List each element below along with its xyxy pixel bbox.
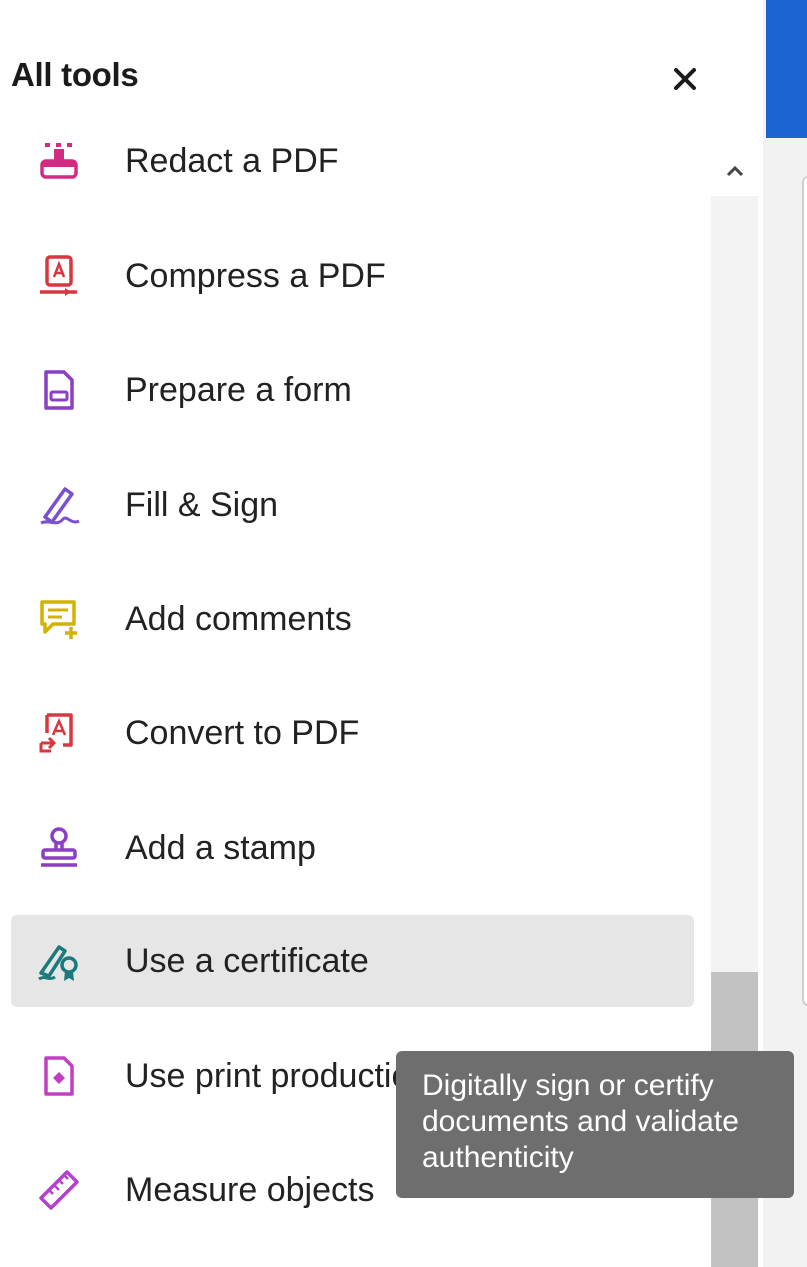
document-frame xyxy=(802,176,807,1006)
tool-add-comments[interactable]: Add comments xyxy=(11,573,694,665)
tool-prepare-a-form[interactable]: Prepare a form xyxy=(11,344,694,436)
comment-icon xyxy=(33,593,85,645)
tooltip-line: authenticity xyxy=(422,1141,574,1174)
certificate-icon xyxy=(33,935,85,987)
panel-title: All tools xyxy=(11,56,139,93)
print-production-icon xyxy=(33,1050,85,1102)
tool-use-a-certificate[interactable]: Use a certificate xyxy=(11,915,694,1007)
tool-add-a-stamp[interactable]: Add a stamp xyxy=(11,802,694,894)
convert-icon xyxy=(33,707,85,759)
tool-label: Use a certificate xyxy=(125,942,369,980)
close-button[interactable] xyxy=(664,60,706,102)
compress-icon xyxy=(33,250,85,302)
tooltip-line: documents and validate xyxy=(422,1105,739,1138)
tool-label: Redact a PDF xyxy=(125,142,339,180)
tool-label: Add a stamp xyxy=(125,829,316,867)
fill-sign-icon xyxy=(33,479,85,531)
tool-label: Use print production xyxy=(125,1057,430,1095)
tool-label: Fill & Sign xyxy=(125,486,279,524)
tool-label: Measure objects xyxy=(125,1171,375,1209)
top-accent-bar xyxy=(766,0,807,138)
redact-icon xyxy=(33,135,85,187)
chevron-up-icon[interactable] xyxy=(726,164,744,182)
tooltip: Digitally sign or certify documents and … xyxy=(396,1051,794,1198)
tooltip-line: Digitally sign or certify xyxy=(422,1069,714,1102)
tool-label: Add comments xyxy=(125,600,352,638)
scroll-up-button[interactable] xyxy=(711,150,758,196)
tool-compress-a-pdf[interactable]: Compress a PDF xyxy=(11,230,694,322)
tool-redact-a-pdf[interactable]: Redact a PDF xyxy=(11,115,694,207)
ruler-icon xyxy=(33,1164,85,1216)
tool-convert-to-pdf[interactable]: Convert to PDF xyxy=(11,687,694,779)
close-icon[interactable] xyxy=(672,66,698,97)
tool-label: Convert to PDF xyxy=(125,714,360,752)
stamp-icon xyxy=(33,822,85,874)
tool-label: Prepare a form xyxy=(125,371,352,409)
form-icon xyxy=(33,364,85,416)
tool-fill-and-sign[interactable]: Fill & Sign xyxy=(11,459,694,551)
tool-label: Compress a PDF xyxy=(125,257,386,295)
